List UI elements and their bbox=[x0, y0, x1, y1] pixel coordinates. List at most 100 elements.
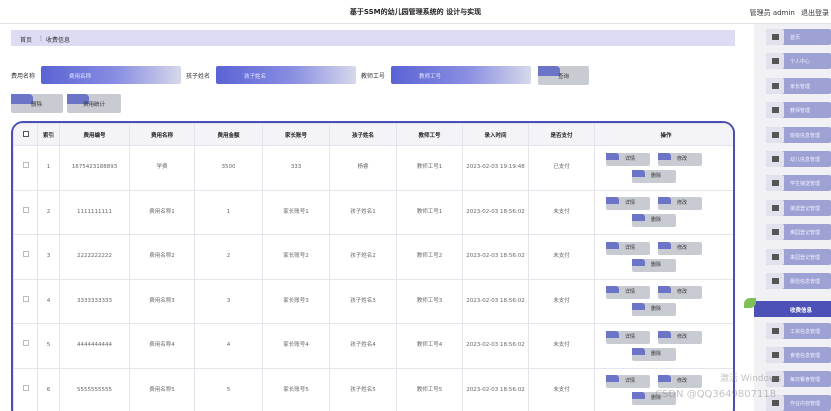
detail-button[interactable]: 详情 bbox=[606, 286, 650, 300]
sidebar-item[interactable]: 教师管理 bbox=[766, 102, 831, 119]
user-area: 管理员 admin 退出登录 bbox=[746, 8, 829, 18]
logout-link[interactable]: 退出登录 bbox=[801, 9, 829, 17]
detail-button[interactable]: 详情 bbox=[606, 241, 650, 255]
select-all-checkbox[interactable] bbox=[22, 130, 29, 137]
sidebar-item-label: 晨检信息管理 bbox=[790, 279, 821, 285]
grid-icon bbox=[766, 151, 784, 167]
detail-button[interactable]: 详情 bbox=[606, 197, 650, 211]
select-all-cell bbox=[13, 123, 38, 146]
row-checkbox[interactable] bbox=[22, 384, 29, 391]
row-delete-button-label: 删除 bbox=[651, 217, 662, 224]
sidebar-item[interactable]: 工资信息管理 bbox=[766, 323, 831, 339]
card-icon bbox=[766, 248, 784, 265]
edit-button[interactable]: 修改 bbox=[658, 241, 702, 255]
delete-tab-shape bbox=[11, 94, 33, 104]
sidebar-active-label: 收费信息 bbox=[790, 308, 813, 314]
child-name-label: 孩子姓名 bbox=[186, 73, 211, 80]
col-header: 录入时间 bbox=[462, 123, 529, 146]
row-checkbox[interactable] bbox=[22, 162, 29, 169]
row-select-cell bbox=[13, 189, 38, 235]
teacher-no-input[interactable]: 教师工号 bbox=[391, 66, 531, 84]
sidebar-item[interactable]: 来园登记管理 bbox=[766, 248, 831, 265]
row-delete-button[interactable]: 删除 bbox=[632, 303, 676, 317]
row-delete-button[interactable]: 删除 bbox=[632, 214, 676, 228]
table-cell: 费用名称3 bbox=[129, 278, 195, 324]
detail-button[interactable]: 详情 bbox=[606, 330, 650, 344]
row-delete-button[interactable]: 删除 bbox=[632, 258, 676, 272]
table-header-row: 索引 费用编号 费用名称 费用金额 家长账号 孩子姓名 教师工号 录入时间 是否… bbox=[13, 123, 733, 146]
col-header: 家长账号 bbox=[262, 123, 330, 146]
sidebar-item[interactable]: 首页 bbox=[766, 29, 831, 45]
row-checkbox[interactable] bbox=[22, 295, 29, 302]
row-delete-button-label: 删除 bbox=[651, 261, 662, 268]
row-delete-button[interactable]: 删除 bbox=[632, 169, 676, 183]
grid-icon bbox=[766, 273, 784, 289]
table-cell: 教师工号1 bbox=[396, 189, 463, 235]
table-cell: 孩子姓名3 bbox=[329, 278, 397, 324]
table-cell: 孩子姓名5 bbox=[329, 367, 397, 411]
table-cell: 2023-02-03 18:56:02 bbox=[462, 367, 529, 411]
table-cell: 4 bbox=[194, 323, 263, 369]
table-row: 6 5555555555 费用名称5 5 家长账号5 孩子姓名5 教师工号5 2023-02-… bbox=[13, 367, 733, 411]
edit-button[interactable]: 修改 bbox=[658, 330, 702, 344]
child-name-placeholder: 孩子姓名 bbox=[244, 74, 267, 80]
row-checkbox[interactable] bbox=[22, 206, 29, 213]
detail-button-label: 详情 bbox=[625, 155, 636, 162]
fee-table: 索引 费用编号 费用名称 费用金额 家长账号 孩子姓名 教师工号 录入时间 是否… bbox=[13, 123, 733, 411]
table-cell: 2023-02-03 19:19:48 bbox=[462, 145, 529, 191]
fee-stats-button[interactable]: 费用统计 bbox=[67, 94, 121, 113]
edit-button[interactable]: 修改 bbox=[658, 152, 702, 166]
grid-icon bbox=[766, 126, 784, 143]
query-tab-shape bbox=[538, 66, 560, 76]
child-name-input[interactable]: 孩子姓名 bbox=[216, 66, 356, 84]
sidebar-item[interactable]: 个人中心 bbox=[766, 53, 831, 70]
table-cell: 家长账号1 bbox=[262, 189, 330, 235]
row-checkbox[interactable] bbox=[22, 340, 29, 347]
table-cell: 2222222222 bbox=[59, 234, 130, 280]
sidebar-item[interactable]: 班级信息管理 bbox=[766, 126, 831, 143]
sidebar-item-label: 班级信息管理 bbox=[790, 132, 821, 139]
table-cell: 3 bbox=[37, 234, 60, 280]
row-delete-button[interactable]: 删除 bbox=[632, 347, 676, 361]
table-cell: 孩子姓名4 bbox=[329, 323, 397, 369]
app-title: 基于SSM的幼儿园管理系统的 设计与实现 bbox=[349, 8, 482, 16]
sidebar-item-label: 教师管理 bbox=[790, 108, 811, 115]
sidebar-item-label: 作业内容管理 bbox=[790, 401, 821, 407]
sidebar-item-label: 家长管理 bbox=[790, 83, 811, 90]
admin-label: 管理员 admin bbox=[749, 9, 795, 17]
table-cell: 孩子姓名2 bbox=[329, 234, 397, 280]
breadcrumb-home[interactable]: 首页 bbox=[20, 35, 32, 44]
sidebar-item-active[interactable]: 收费信息 bbox=[754, 301, 831, 317]
detail-button[interactable]: 详情 bbox=[606, 375, 650, 389]
sidebar-item-label: 接送登记管理 bbox=[790, 205, 821, 212]
detail-button-label: 详情 bbox=[625, 378, 636, 385]
edit-button-label: 修改 bbox=[677, 155, 688, 162]
grid-icon bbox=[766, 224, 784, 241]
edit-button[interactable]: 修改 bbox=[658, 197, 702, 211]
sidebar-item[interactable]: 接送登记管理 bbox=[766, 199, 831, 216]
table-row: 4 3333333333 费用名称3 3 家长账号3 孩子姓名3 教师工号3 2023-02-… bbox=[13, 278, 733, 324]
row-select-cell bbox=[13, 367, 38, 411]
edit-button[interactable]: 修改 bbox=[658, 286, 702, 300]
fee-name-input[interactable]: 费用名称 bbox=[41, 66, 181, 84]
sidebar-item[interactable]: 食谱信息管理 bbox=[766, 347, 831, 363]
sidebar-item[interactable]: 幼儿信息管理 bbox=[766, 151, 831, 167]
sidebar-item[interactable]: 学生接送管理 bbox=[766, 175, 831, 192]
col-header: 费用编号 bbox=[59, 123, 130, 146]
detail-button-label: 详情 bbox=[625, 333, 636, 340]
breadcrumb: 首页 ⋮ 收费信息 bbox=[11, 30, 735, 46]
sidebar-item[interactable]: 离园登记管理 bbox=[766, 224, 831, 241]
row-checkbox[interactable] bbox=[22, 251, 29, 258]
row-actions-cell: 详情 修改删除 bbox=[594, 278, 733, 324]
delete-button[interactable]: 删除 bbox=[11, 94, 63, 113]
detail-button[interactable]: 详情 bbox=[606, 152, 650, 166]
table-cell: 家长账号4 bbox=[262, 323, 330, 369]
detail-button-label: 详情 bbox=[625, 289, 636, 296]
sidebar-item[interactable]: 家长管理 bbox=[766, 77, 831, 94]
col-header: 操作 bbox=[594, 123, 733, 146]
grid-icon bbox=[766, 323, 784, 339]
query-button[interactable]: 查询 bbox=[538, 66, 589, 85]
sidebar-item[interactable]: 晨检信息管理 bbox=[766, 273, 831, 289]
edit-button[interactable]: 修改 bbox=[658, 375, 702, 389]
table-row: 3 2222222222 费用名称2 2 家长账号2 孩子姓名2 教师工号2 2023-02-… bbox=[13, 234, 733, 280]
